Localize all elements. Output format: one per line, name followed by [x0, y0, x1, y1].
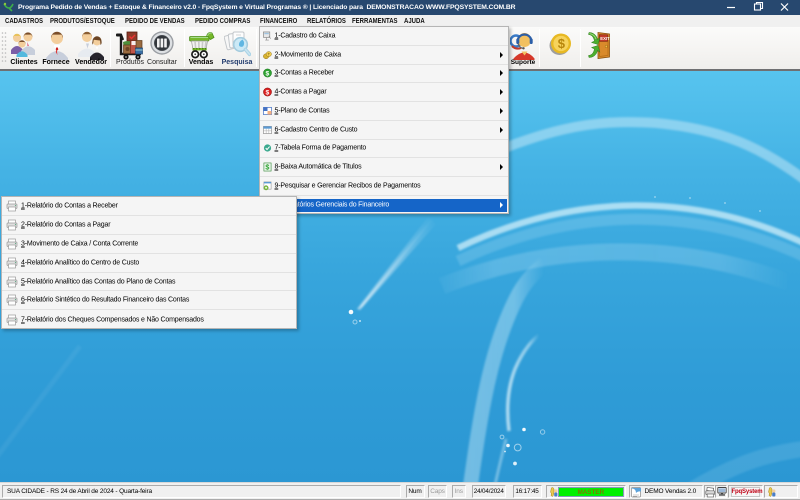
svg-text:$: $	[265, 163, 269, 172]
svg-text:$: $	[558, 36, 566, 51]
svg-text:EXIT: EXIT	[600, 36, 610, 41]
svg-text:$: $	[265, 89, 269, 96]
svg-text:$: $	[265, 71, 269, 78]
